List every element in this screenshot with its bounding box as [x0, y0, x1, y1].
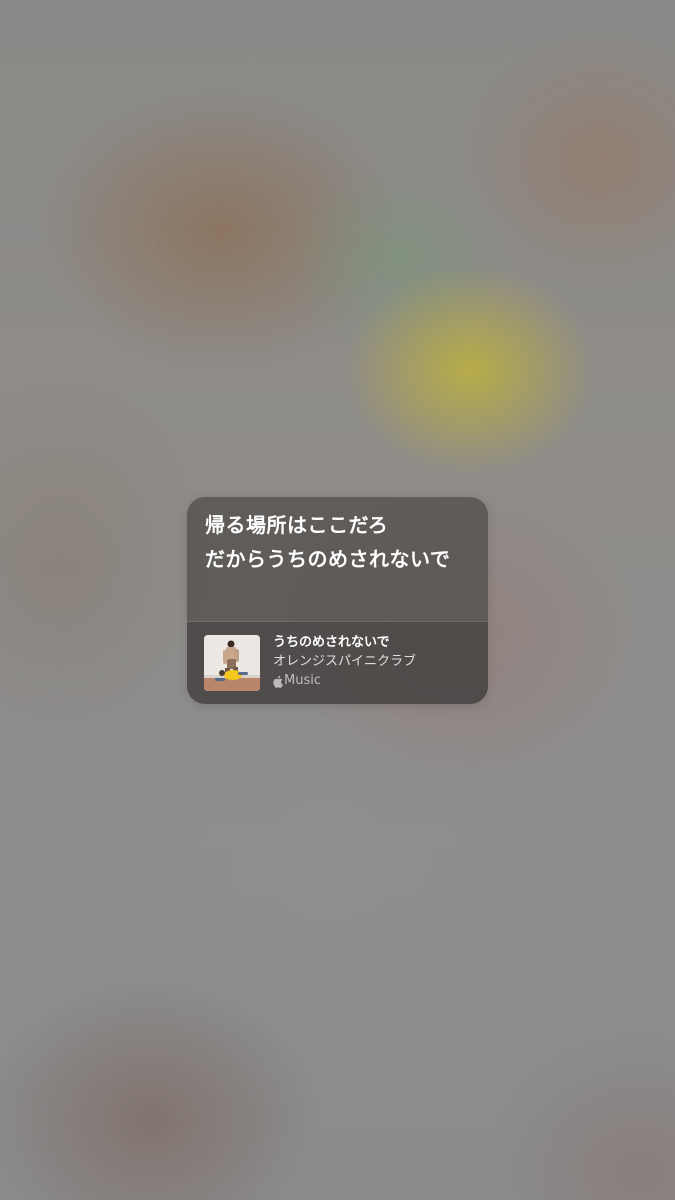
music-service-label: Music: [272, 672, 321, 690]
lyrics-share-card[interactable]: 帰る場所はここだろ だからうちのめされないで うちのめされないで オレンジスパイ…: [187, 497, 488, 704]
lyric-line-1: 帰る場所はここだろ: [205, 513, 389, 537]
track-artist: オレンジスパイニクラブ: [273, 654, 417, 669]
album-artwork: [204, 635, 260, 691]
lyrics-section: 帰る場所はここだろ だからうちのめされないで: [187, 497, 488, 621]
lyric-line-2: だからうちのめされないで: [205, 547, 451, 571]
track-info[interactable]: うちのめされないで オレンジスパイニクラブ Music: [187, 622, 488, 704]
music-service-text: Music: [284, 673, 321, 688]
track-title: うちのめされないで: [273, 635, 390, 650]
apple-logo-icon: [272, 675, 283, 688]
